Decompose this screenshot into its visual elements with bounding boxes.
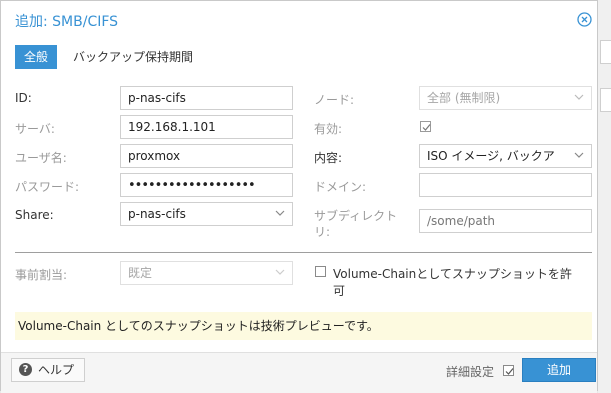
tab-backup-retention[interactable]: バックアップ保持期間: [73, 45, 193, 69]
dialog-titlebar: 追加: SMB/CIFS: [1, 1, 597, 39]
enabled-label: 有効:: [314, 122, 343, 136]
content-select[interactable]: ISO イメージ, バックア: [419, 144, 592, 168]
close-icon[interactable]: [577, 12, 592, 27]
subdir-label-line2: リ:: [314, 225, 331, 239]
background-field-fragment: [600, 88, 611, 112]
node-label: ノード:: [314, 93, 355, 107]
section-divider: [15, 252, 592, 253]
id-label: ID:: [15, 91, 32, 105]
dialog-title: 追加: SMB/CIFS: [15, 14, 119, 30]
domain-field[interactable]: [419, 173, 592, 197]
prealloc-label: 事前割当:: [15, 268, 68, 282]
chevron-down-icon: [574, 94, 584, 100]
volume-chain-label-line2: 可: [333, 284, 346, 298]
advanced-label: 詳細設定: [446, 365, 495, 379]
chevron-down-icon: [275, 210, 285, 216]
content-label: 内容:: [314, 151, 343, 165]
subdir-field[interactable]: /some/path: [419, 209, 592, 233]
notice-text: Volume-Chain としてのスナップショットは技術プレビューです。: [18, 319, 379, 333]
add-storage-dialog: 追加: SMB/CIFS 全般 バックアップ保持期間 ID: p-nas-cif…: [0, 0, 598, 393]
background-field-fragment: [600, 40, 611, 64]
tab-general[interactable]: 全般: [15, 45, 57, 69]
check-icon: [505, 368, 514, 375]
tech-preview-notice: Volume-Chain としてのスナップショットは技術プレビューです。: [15, 312, 592, 340]
volume-chain-checkbox[interactable]: [315, 266, 326, 277]
username-label: ユーザ名:: [15, 151, 67, 165]
advanced-checkbox[interactable]: [503, 365, 514, 376]
prealloc-select[interactable]: 既定: [120, 261, 293, 285]
server-label: サーバ:: [15, 122, 55, 136]
domain-label: ドメイン:: [314, 180, 367, 194]
help-button[interactable]: ? ヘルプ: [11, 358, 85, 382]
enabled-checkbox[interactable]: [420, 121, 431, 132]
password-field[interactable]: •••••••••••••••••••: [120, 173, 293, 197]
username-field[interactable]: proxmox: [120, 144, 293, 168]
password-label: パスワード:: [15, 180, 80, 194]
server-field[interactable]: 192.168.1.101: [120, 115, 293, 139]
check-icon: [422, 124, 431, 131]
id-field[interactable]: p-nas-cifs: [120, 86, 293, 110]
chevron-down-icon: [275, 269, 285, 275]
node-select[interactable]: 全部 (無制限): [419, 86, 592, 110]
add-button[interactable]: 追加: [522, 358, 596, 382]
subdir-label-line1: サブディレクト: [314, 209, 398, 223]
chevron-down-icon: [574, 152, 584, 158]
share-label: Share:: [15, 208, 54, 222]
background-window-strip: [598, 0, 611, 393]
share-select[interactable]: p-nas-cifs: [120, 202, 293, 226]
volume-chain-label-line1: Volume-Chainとしてスナップショットを許: [333, 267, 572, 281]
help-icon: ?: [19, 363, 32, 376]
